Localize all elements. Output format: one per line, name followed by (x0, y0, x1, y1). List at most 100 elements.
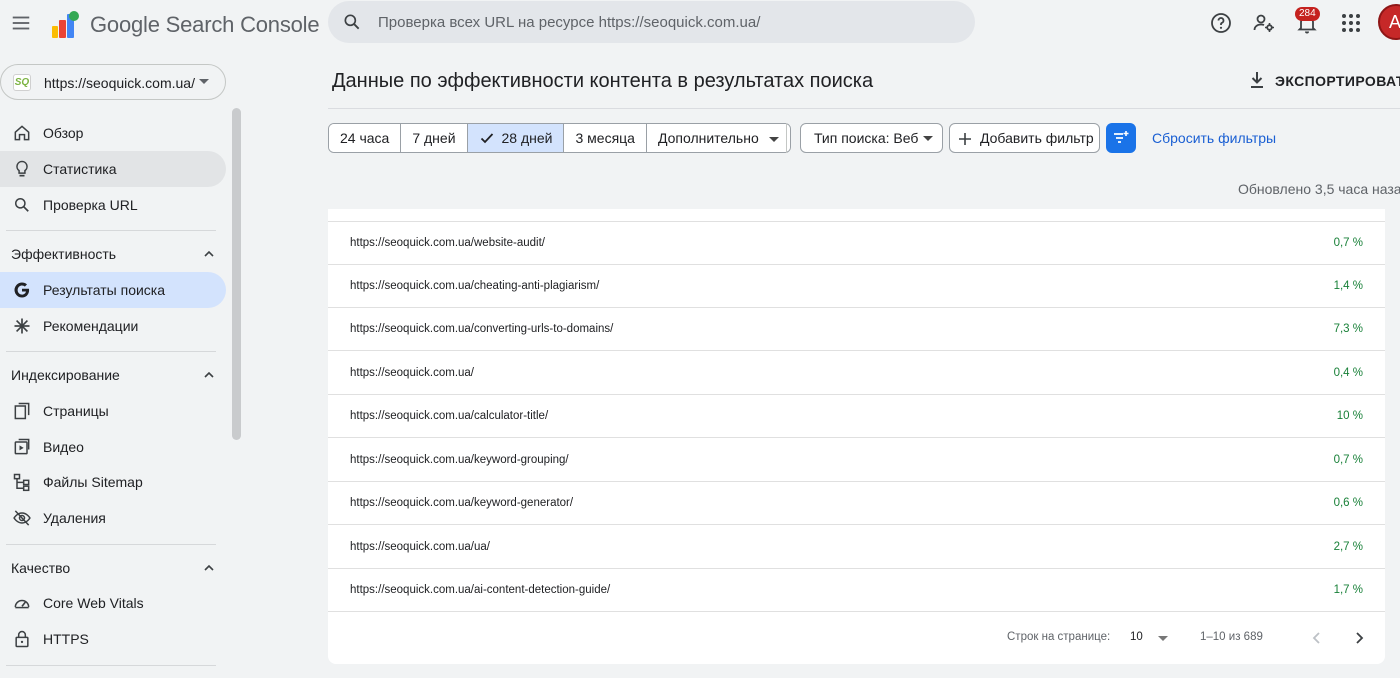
table-row[interactable]: https://seoquick.com.ua/converting-urls-… (328, 308, 1385, 351)
sidebar-divider (6, 665, 216, 666)
app-title: Google Search Console (90, 12, 320, 37)
sidebar-divider (6, 351, 216, 352)
table-row[interactable]: https://seoquick.com.ua/keyword-grouping… (328, 439, 1385, 482)
avatar[interactable]: А (1378, 4, 1400, 40)
sidebar-item-label: Файлы Sitemap (43, 474, 143, 490)
search-console-logo-icon (52, 11, 79, 38)
lock-icon (15, 630, 29, 648)
sidebar-item-search-results[interactable]: Результаты поиска (0, 272, 226, 308)
sidebar-item-label: Результаты поиска (43, 282, 166, 298)
reset-filters-link[interactable]: Сбросить фильтры (1152, 130, 1276, 146)
filter-settings-button[interactable] (1106, 123, 1136, 153)
top-bar: Google Search Console 284 А (0, 0, 1400, 46)
page-title: Данные по эффективности контента в резул… (332, 70, 874, 92)
lightbulb-icon (16, 160, 28, 177)
search-type-filter[interactable]: Тип поиска: Веб (800, 123, 943, 153)
chevron-up-icon (204, 371, 214, 378)
row-url: https://seoquick.com.ua/converting-urls-… (350, 323, 614, 335)
previous-page-icon[interactable] (1306, 627, 1328, 649)
rows-per-page-label: Строк на странице: (1007, 631, 1111, 643)
notifications-badge: 284 (1295, 7, 1320, 21)
search-input[interactable] (378, 1, 958, 43)
sidebar-item-statistics[interactable]: Статистика (0, 151, 226, 187)
sidebar-item-video[interactable]: Видео (0, 429, 226, 465)
row-url: https://seoquick.com.ua/keyword-grouping… (350, 454, 569, 466)
chevron-down-icon (923, 136, 933, 141)
filter-divider (786, 123, 787, 153)
property-favicon: SQ (13, 74, 31, 91)
apps-grid-icon[interactable] (1339, 11, 1363, 35)
chevron-down-icon (1158, 636, 1168, 641)
plus-icon (959, 133, 971, 145)
home-icon (14, 125, 30, 141)
table-row[interactable]: https://seoquick.com.ua/calculator-title… (328, 395, 1385, 438)
row-value: 1,4 % (1333, 280, 1363, 292)
row-value: 0,7 % (1333, 237, 1363, 249)
sidebar-item-recommendations[interactable]: Рекомендации (0, 308, 226, 344)
range-label: 28 дней (501, 130, 553, 146)
chevron-up-icon (204, 564, 214, 571)
section-performance-header[interactable]: Эффективность (0, 239, 226, 269)
section-title: Качество (11, 560, 71, 576)
property-selector[interactable]: SQ https://seoquick.com.ua/ (0, 64, 226, 100)
row-url: https://seoquick.com.ua/keyword-generato… (350, 497, 574, 509)
section-quality-header[interactable]: Качество (0, 553, 226, 583)
range-28d[interactable]: 28 дней (467, 124, 565, 152)
header-divider (328, 108, 1400, 109)
row-value: 0,7 % (1333, 454, 1363, 466)
sidebar-item-pages[interactable]: Страницы (0, 393, 226, 429)
url-inspection-search[interactable] (328, 1, 975, 43)
sidebar-item-label: Удаления (43, 510, 106, 526)
sidebar-item-label: Обзор (43, 125, 84, 141)
pages-icon (14, 402, 30, 420)
sidebar-item-core-web-vitals[interactable]: Core Web Vitals (0, 585, 226, 621)
sidebar-item-url-inspection[interactable]: Проверка URL (0, 187, 226, 223)
menu-icon[interactable] (10, 12, 32, 34)
sitemap-icon (13, 473, 30, 492)
range-more[interactable]: Дополнительно (646, 124, 790, 152)
user-settings-icon[interactable] (1252, 11, 1276, 35)
table-row[interactable]: https://seoquick.com.ua/ 0,4 % (328, 352, 1385, 395)
range-7d[interactable]: 7 дней (401, 124, 468, 152)
pagination-range: 1–10 из 689 (1200, 631, 1263, 643)
table-row[interactable]: https://seoquick.com.ua/website-audit/ 0… (328, 222, 1385, 265)
row-value: 2,7 % (1333, 541, 1363, 553)
sidebar-item-overview[interactable]: Обзор (0, 115, 226, 151)
sidebar-item-sitemaps[interactable]: Файлы Sitemap (0, 464, 226, 500)
property-label: https://seoquick.com.ua/ (44, 75, 195, 91)
sidebar-item-label: Статистика (43, 161, 117, 177)
help-icon[interactable] (1209, 11, 1233, 35)
sidebar-item-https[interactable]: HTTPS (0, 621, 226, 657)
sidebar-scrollbar[interactable] (232, 108, 241, 440)
eye-off-icon (13, 510, 31, 526)
row-url: https://seoquick.com.ua/ (350, 367, 475, 379)
next-page-icon[interactable] (1348, 627, 1370, 649)
download-icon (1251, 72, 1263, 88)
row-value: 0,4 % (1333, 367, 1363, 379)
sidebar-item-removals[interactable]: Удаления (0, 500, 226, 536)
rows-per-page-select[interactable]: 10 (1130, 627, 1170, 649)
row-value: 10 % (1336, 410, 1363, 422)
row-url: https://seoquick.com.ua/cheating-anti-pl… (350, 280, 600, 292)
add-filter-button[interactable]: Добавить фильтр (949, 123, 1100, 153)
chevron-down-icon (199, 79, 209, 84)
row-value: 7,3 % (1333, 323, 1363, 335)
updated-status: Обновлено 3,5 часа назад (1238, 181, 1400, 197)
table-row[interactable]: https://seoquick.com.ua/keyword-generato… (328, 482, 1385, 525)
row-url: https://seoquick.com.ua/ua/ (350, 541, 490, 553)
sidebar-item-label: Страницы (43, 403, 109, 419)
table-row[interactable]: https://seoquick.com.ua/ua/ 2,7 % (328, 526, 1385, 569)
table-row[interactable]: https://seoquick.com.ua/cheating-anti-pl… (328, 265, 1385, 308)
row-value: 1,7 % (1333, 584, 1363, 596)
chevron-down-icon (768, 136, 779, 142)
date-range-selector: 24 часа 7 дней 28 дней 3 месяца Дополнит… (328, 123, 791, 153)
range-24h[interactable]: 24 часа (329, 124, 402, 152)
table-row[interactable]: https://seoquick.com.ua/ai-content-detec… (328, 569, 1385, 612)
section-indexing-header[interactable]: Индексирование (0, 360, 226, 390)
range-3m[interactable]: 3 месяца (564, 124, 647, 152)
sidebar-item-label: Core Web Vitals (43, 595, 144, 611)
sidebar-item-label: Проверка URL (43, 197, 138, 213)
search-icon (15, 198, 29, 212)
chevron-up-icon (204, 250, 214, 257)
pages-table: https://seoquick.com.ua/website-audit/ 0… (328, 209, 1385, 664)
